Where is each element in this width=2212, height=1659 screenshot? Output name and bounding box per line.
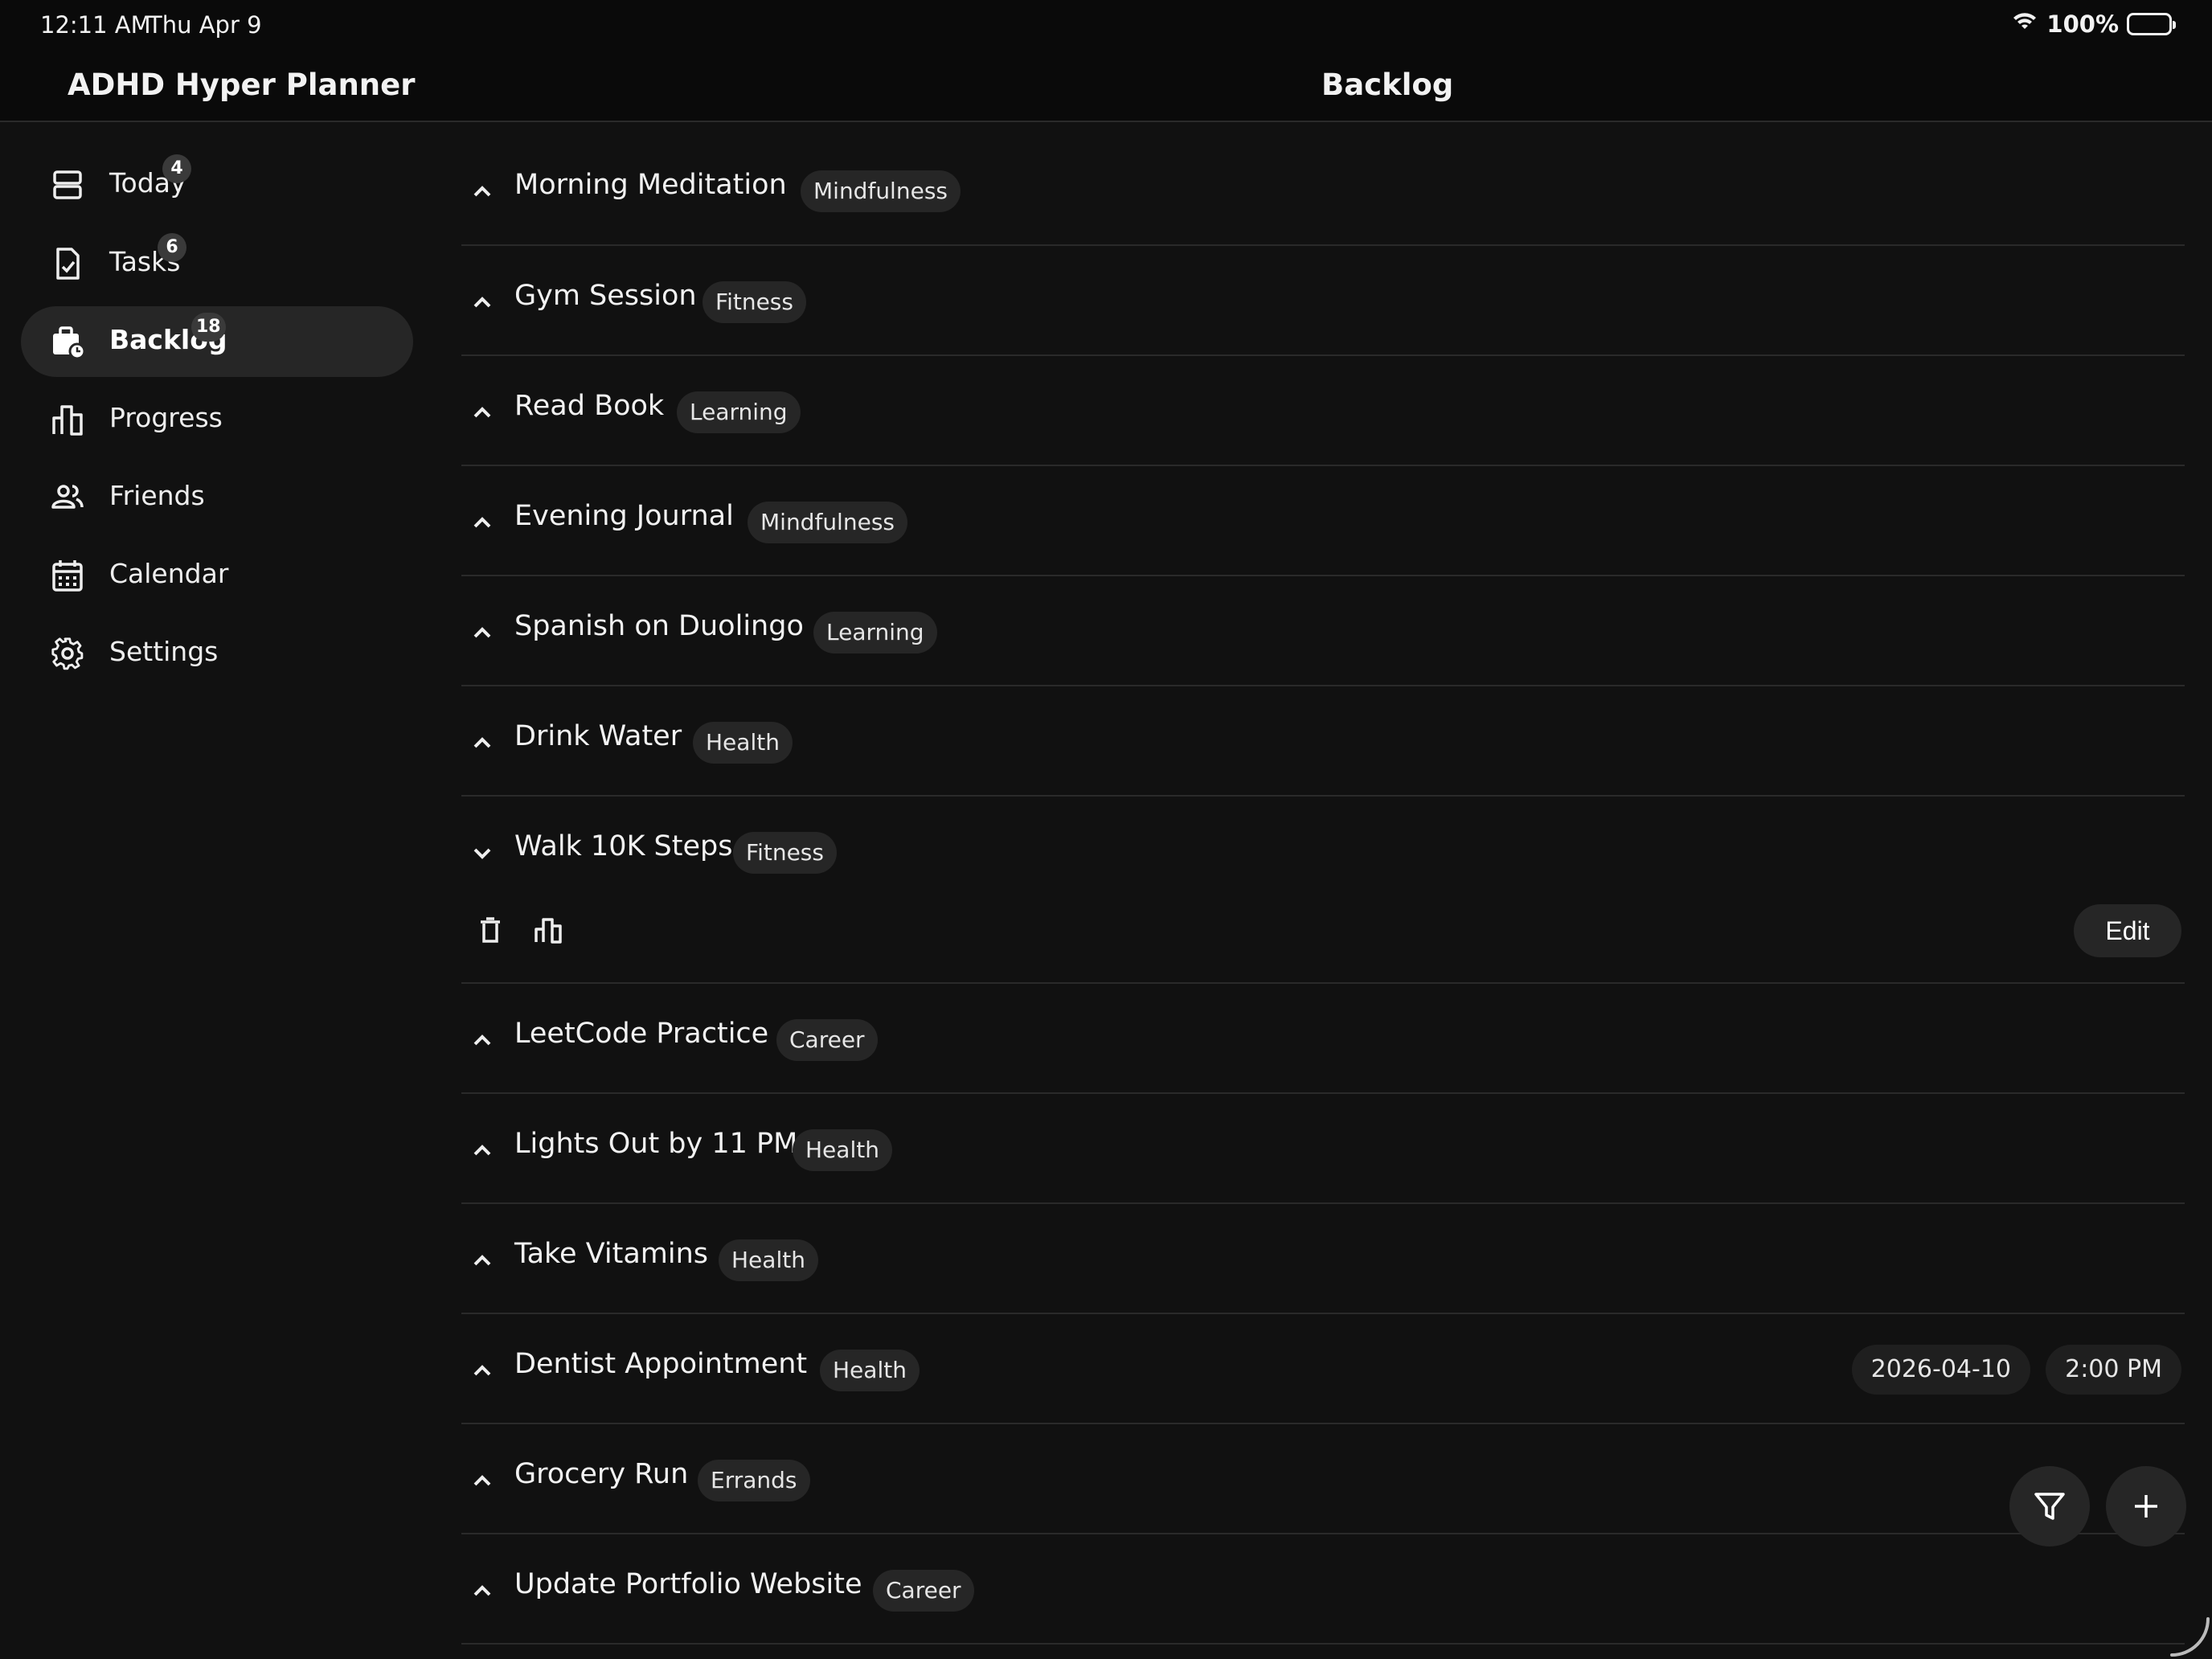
title-bar: ADHD Hyper Planner Backlog bbox=[0, 51, 2212, 122]
page-title: Backlog bbox=[1321, 68, 1454, 102]
category-tag: Health bbox=[820, 1350, 920, 1391]
today-icon bbox=[50, 167, 85, 203]
task-title: Morning Meditation bbox=[514, 169, 787, 201]
friends-icon bbox=[50, 480, 85, 515]
task-row[interactable]: Lights Out by 11 PM Health bbox=[461, 1094, 2185, 1204]
plus-icon bbox=[2135, 1495, 2157, 1518]
task-row[interactable]: Evening Journal Mindfulness bbox=[461, 466, 2185, 576]
task-row[interactable]: Update Portfolio Website Career bbox=[461, 1534, 2185, 1645]
chevron-up-icon[interactable] bbox=[468, 288, 497, 317]
today-count-badge: 4 bbox=[162, 154, 191, 183]
progress-icon bbox=[50, 402, 85, 437]
task-title: Update Portfolio Website bbox=[514, 1568, 862, 1600]
chevron-up-icon[interactable] bbox=[468, 1136, 497, 1165]
sidebar-item-label: Friends bbox=[109, 480, 205, 511]
chevron-up-icon[interactable] bbox=[468, 508, 497, 537]
tasks-count-badge: 6 bbox=[158, 233, 186, 262]
task-row[interactable]: Gym Session Fitness bbox=[461, 246, 2185, 356]
trash-icon[interactable] bbox=[474, 914, 506, 946]
status-time: 12:11 AM bbox=[40, 11, 151, 39]
task-title: Drink Water bbox=[514, 720, 682, 752]
status-indicators: 100% bbox=[2011, 10, 2176, 38]
task-title: LeetCode Practice bbox=[514, 1018, 769, 1050]
calendar-icon bbox=[50, 558, 85, 593]
chevron-up-icon[interactable] bbox=[468, 728, 497, 757]
category-tag: Health bbox=[793, 1129, 892, 1171]
task-row[interactable]: Spanish on Duolingo Learning bbox=[461, 576, 2185, 686]
chevron-up-icon[interactable] bbox=[468, 1026, 497, 1055]
category-tag: Mindfulness bbox=[801, 170, 961, 212]
task-title: Evening Journal bbox=[514, 500, 734, 532]
task-row[interactable]: Dentist Appointment Health 2026-04-10 2:… bbox=[461, 1314, 2185, 1424]
tasks-icon bbox=[50, 246, 85, 281]
task-title: Spanish on Duolingo bbox=[514, 610, 804, 642]
category-tag: Mindfulness bbox=[748, 502, 907, 543]
sidebar-item-backlog[interactable]: Backlog 18 bbox=[21, 306, 413, 377]
due-date-chip[interactable]: 2026-04-10 bbox=[1851, 1345, 2030, 1395]
task-row-expanded[interactable]: Walk 10K Steps Fitness Edit bbox=[461, 797, 2185, 984]
due-time-chip[interactable]: 2:00 PM bbox=[2046, 1345, 2181, 1395]
category-tag: Career bbox=[776, 1019, 878, 1061]
task-row[interactable]: Drink Water Health bbox=[461, 686, 2185, 797]
chevron-up-icon[interactable] bbox=[468, 1246, 497, 1275]
category-tag: Fitness bbox=[733, 832, 837, 874]
battery-percent: 100% bbox=[2046, 10, 2119, 38]
task-title: Lights Out by 11 PM bbox=[514, 1128, 798, 1160]
task-row[interactable]: Grocery Run Errands bbox=[461, 1424, 2185, 1534]
category-tag: Career bbox=[873, 1570, 974, 1612]
chevron-up-icon[interactable] bbox=[468, 398, 497, 427]
sidebar-item-label: Progress bbox=[109, 402, 223, 433]
filter-icon bbox=[2034, 1493, 2065, 1520]
category-tag: Learning bbox=[677, 391, 801, 433]
sidebar-item-friends[interactable]: Friends bbox=[21, 462, 413, 533]
task-row[interactable]: Morning Meditation Mindfulness bbox=[461, 122, 2185, 246]
battery-icon bbox=[2127, 12, 2176, 35]
sidebar-item-today[interactable]: Today 4 bbox=[21, 150, 413, 220]
sidebar: Today 4 Tasks 6 Backlog 18 Progress Frie… bbox=[0, 122, 424, 1659]
gear-icon bbox=[50, 636, 85, 671]
scroll-corner-indicator bbox=[2170, 1617, 2210, 1657]
filter-button[interactable] bbox=[2009, 1466, 2090, 1546]
app-root: 12:11 AM Thu Apr 9 100% ADHD Hyper Plann… bbox=[0, 0, 2212, 1659]
task-actions: Edit bbox=[461, 893, 2185, 983]
add-task-button[interactable] bbox=[2106, 1466, 2186, 1546]
sidebar-item-calendar[interactable]: Calendar bbox=[21, 540, 413, 611]
chevron-up-icon[interactable] bbox=[468, 618, 497, 647]
task-title: Take Vitamins bbox=[514, 1238, 709, 1270]
task-title: Read Book bbox=[514, 390, 665, 422]
task-title: Walk 10K Steps bbox=[514, 830, 733, 862]
category-tag: Health bbox=[693, 722, 793, 764]
task-row[interactable]: Read Book Learning bbox=[461, 356, 2185, 466]
backlog-count-badge: 18 bbox=[191, 313, 226, 342]
edit-button[interactable]: Edit bbox=[2074, 904, 2181, 957]
sidebar-item-label: Calendar bbox=[109, 558, 229, 589]
chevron-up-icon[interactable] bbox=[468, 1576, 497, 1605]
backlog-list: Morning Meditation Mindfulness Gym Sessi… bbox=[461, 122, 2185, 1659]
task-title: Gym Session bbox=[514, 280, 697, 312]
sidebar-item-tasks[interactable]: Tasks 6 bbox=[21, 228, 413, 299]
app-title: ADHD Hyper Planner bbox=[68, 68, 416, 102]
category-tag: Health bbox=[719, 1239, 818, 1281]
category-tag: Learning bbox=[813, 612, 937, 653]
category-tag: Fitness bbox=[703, 281, 806, 323]
sidebar-item-label: Settings bbox=[109, 636, 219, 667]
sidebar-item-settings[interactable]: Settings bbox=[21, 618, 413, 689]
category-tag: Errands bbox=[698, 1460, 810, 1501]
task-row[interactable]: LeetCode Practice Career bbox=[461, 984, 2185, 1094]
task-row[interactable]: Take Vitamins Health bbox=[461, 1204, 2185, 1314]
status-date: Thu Apr 9 bbox=[148, 11, 262, 39]
chevron-up-icon[interactable] bbox=[468, 1356, 497, 1385]
chevron-down-icon[interactable] bbox=[468, 838, 497, 867]
status-bar: 12:11 AM Thu Apr 9 100% bbox=[0, 0, 2212, 51]
sidebar-item-progress[interactable]: Progress bbox=[21, 384, 413, 455]
task-title: Dentist Appointment bbox=[514, 1348, 808, 1380]
wifi-icon bbox=[2011, 10, 2038, 38]
task-title: Grocery Run bbox=[514, 1458, 689, 1490]
backlog-icon bbox=[50, 324, 85, 359]
chevron-up-icon[interactable] bbox=[468, 177, 497, 206]
chevron-up-icon[interactable] bbox=[468, 1466, 497, 1495]
progress-icon[interactable] bbox=[532, 914, 564, 946]
